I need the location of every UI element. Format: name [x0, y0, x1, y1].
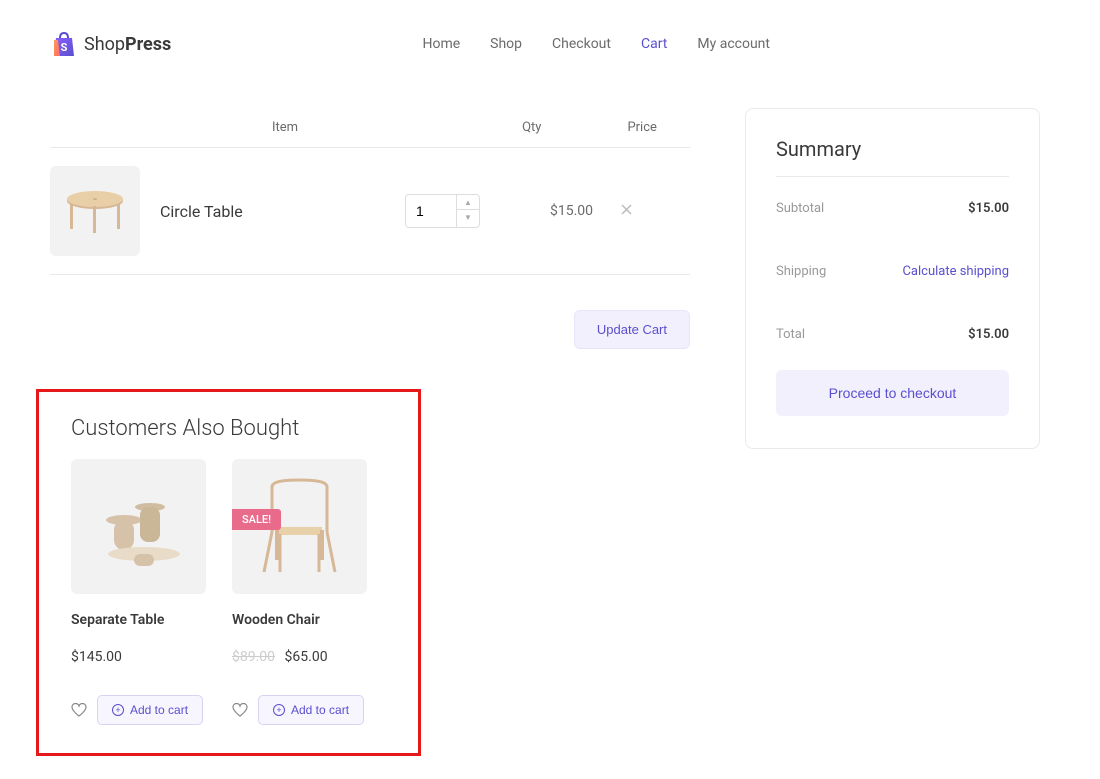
quantity-down-button[interactable]: ▼: [457, 210, 479, 225]
wishlist-icon[interactable]: [71, 703, 87, 717]
subtotal-label: Subtotal: [776, 201, 824, 216]
summary-panel: Summary Subtotal $15.00 Shipping Calcula…: [745, 108, 1040, 449]
update-cart-row: Update Cart: [50, 310, 690, 349]
quantity-control: ▲ ▼: [405, 194, 480, 228]
add-to-cart-button[interactable]: + Add to cart: [97, 695, 203, 725]
product-actions: + Add to cart: [232, 695, 367, 725]
cross-sell-section: Customers Also Bought Separ: [36, 389, 421, 756]
calculate-shipping-link[interactable]: Calculate shipping: [902, 264, 1009, 279]
remove-item-button[interactable]: [621, 203, 632, 219]
separate-table-illustration: [84, 472, 194, 582]
cart-item-row: Circle Table ▲ ▼ $15.00: [50, 148, 690, 275]
product-name[interactable]: Separate Table: [71, 611, 206, 629]
main-container: Item Qty Price Circle Table ▲: [0, 108, 1100, 756]
col-header-qty: Qty: [522, 120, 541, 135]
cart-item-price: $15.00: [550, 203, 593, 219]
nav-my-account[interactable]: My account: [697, 36, 770, 52]
shipping-row: Shipping Calculate shipping: [776, 264, 1009, 279]
total-row: Total $15.00: [776, 327, 1009, 342]
product-price: $145.00: [71, 649, 206, 665]
product-image[interactable]: SALE!: [232, 459, 367, 594]
cart-table-header: Item Qty Price: [50, 108, 690, 148]
svg-text:S: S: [61, 41, 68, 54]
quantity-up-button[interactable]: ▲: [457, 195, 479, 210]
cart-item-image[interactable]: [50, 166, 140, 256]
cart-section: Item Qty Price Circle Table ▲: [50, 108, 690, 756]
col-header-price: Price: [627, 120, 656, 135]
plus-icon: +: [273, 704, 285, 716]
logo-text: ShopPress: [84, 34, 171, 55]
subtotal-value: $15.00: [968, 201, 1009, 216]
product-price: $89.00 $65.00: [232, 649, 367, 665]
cart-item-name[interactable]: Circle Table: [160, 202, 405, 221]
total-value: $15.00: [968, 327, 1009, 342]
product-card: Separate Table $145.00 + Add to cart: [71, 459, 206, 725]
product-name[interactable]: Wooden Chair: [232, 611, 367, 629]
proceed-to-checkout-button[interactable]: Proceed to checkout: [776, 370, 1009, 416]
main-nav: Home Shop Checkout Cart My account: [422, 36, 770, 52]
shopping-bag-icon: S: [50, 30, 78, 58]
total-label: Total: [776, 327, 805, 342]
header: S ShopPress Home Shop Checkout Cart My a…: [0, 0, 1100, 78]
quantity-input[interactable]: [406, 195, 456, 227]
product-image[interactable]: [71, 459, 206, 594]
update-cart-button[interactable]: Update Cart: [574, 310, 690, 349]
col-header-item: Item: [272, 120, 298, 135]
cross-sell-title: Customers Also Bought: [71, 416, 390, 441]
nav-home[interactable]: Home: [422, 36, 460, 52]
subtotal-row: Subtotal $15.00: [776, 201, 1009, 216]
close-icon: [621, 204, 632, 215]
cross-sell-products: Separate Table $145.00 + Add to cart: [71, 459, 390, 725]
summary-title: Summary: [776, 137, 1009, 177]
nav-shop[interactable]: Shop: [490, 36, 522, 52]
add-to-cart-button[interactable]: + Add to cart: [258, 695, 364, 725]
sale-badge: SALE!: [232, 509, 281, 530]
product-card: SALE! Wooden Chair $89.00 $65.00: [232, 459, 367, 725]
shipping-label: Shipping: [776, 264, 826, 279]
plus-icon: +: [112, 704, 124, 716]
wishlist-icon[interactable]: [232, 703, 248, 717]
nav-cart[interactable]: Cart: [641, 36, 667, 52]
circle-table-illustration: [60, 186, 130, 236]
quantity-stepper: ▲ ▼: [456, 195, 479, 227]
logo[interactable]: S ShopPress: [50, 30, 171, 58]
nav-checkout[interactable]: Checkout: [552, 36, 611, 52]
product-actions: + Add to cart: [71, 695, 206, 725]
